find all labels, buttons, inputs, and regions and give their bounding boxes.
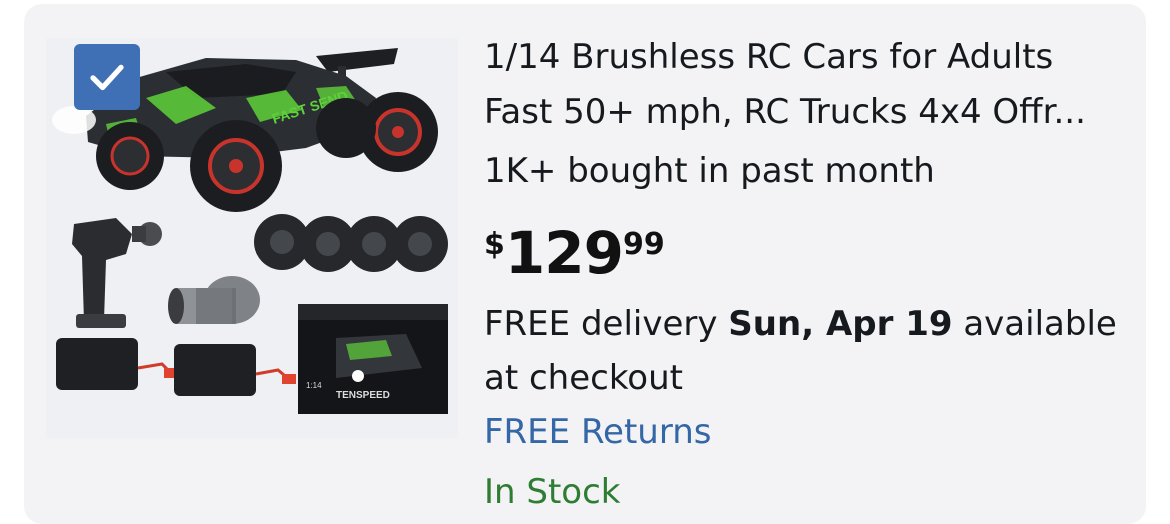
select-checkbox[interactable] bbox=[74, 44, 140, 110]
product-price: $ 129 99 bbox=[484, 221, 1124, 285]
product-title-line-2[interactable]: Fast 50+ mph, RC Trucks 4x4 Offr... bbox=[484, 85, 1124, 140]
price-whole: 129 bbox=[504, 219, 624, 287]
delivery-suffix: available bbox=[952, 304, 1117, 344]
delivery-date: Sun, Apr 19 bbox=[728, 304, 953, 344]
product-box-illustration: TENSPEED 1:14 bbox=[298, 304, 448, 414]
product-title-line-1[interactable]: 1/14 Brushless RC Cars for Adults bbox=[484, 30, 1124, 85]
product-title[interactable]: 1/14 Brushless RC Cars for Adults Fast 5… bbox=[484, 30, 1124, 140]
price-cents: 99 bbox=[622, 227, 665, 262]
product-info: 1/14 Brushless RC Cars for Adults Fast 5… bbox=[484, 30, 1124, 519]
delivery-prefix: FREE delivery bbox=[484, 304, 729, 344]
box-scale: 1:14 bbox=[306, 381, 322, 390]
price-currency: $ bbox=[484, 227, 505, 262]
box-brand: TENSPEED bbox=[336, 390, 390, 401]
spare-wheels-illustration bbox=[254, 214, 448, 272]
delivery-info: FREE delivery Sun, Apr 19 available at c… bbox=[484, 297, 1124, 405]
purchase-count: 1K+ bought in past month bbox=[484, 151, 935, 191]
free-returns-link[interactable]: FREE Returns bbox=[484, 405, 1124, 459]
checkmark-icon bbox=[90, 64, 124, 91]
remote-controller-illustration bbox=[72, 218, 162, 328]
motor-illustration bbox=[168, 276, 260, 324]
batteries-illustration bbox=[56, 338, 296, 396]
delivery-line-2: at checkout bbox=[484, 358, 683, 398]
stock-status: In Stock bbox=[484, 472, 621, 512]
